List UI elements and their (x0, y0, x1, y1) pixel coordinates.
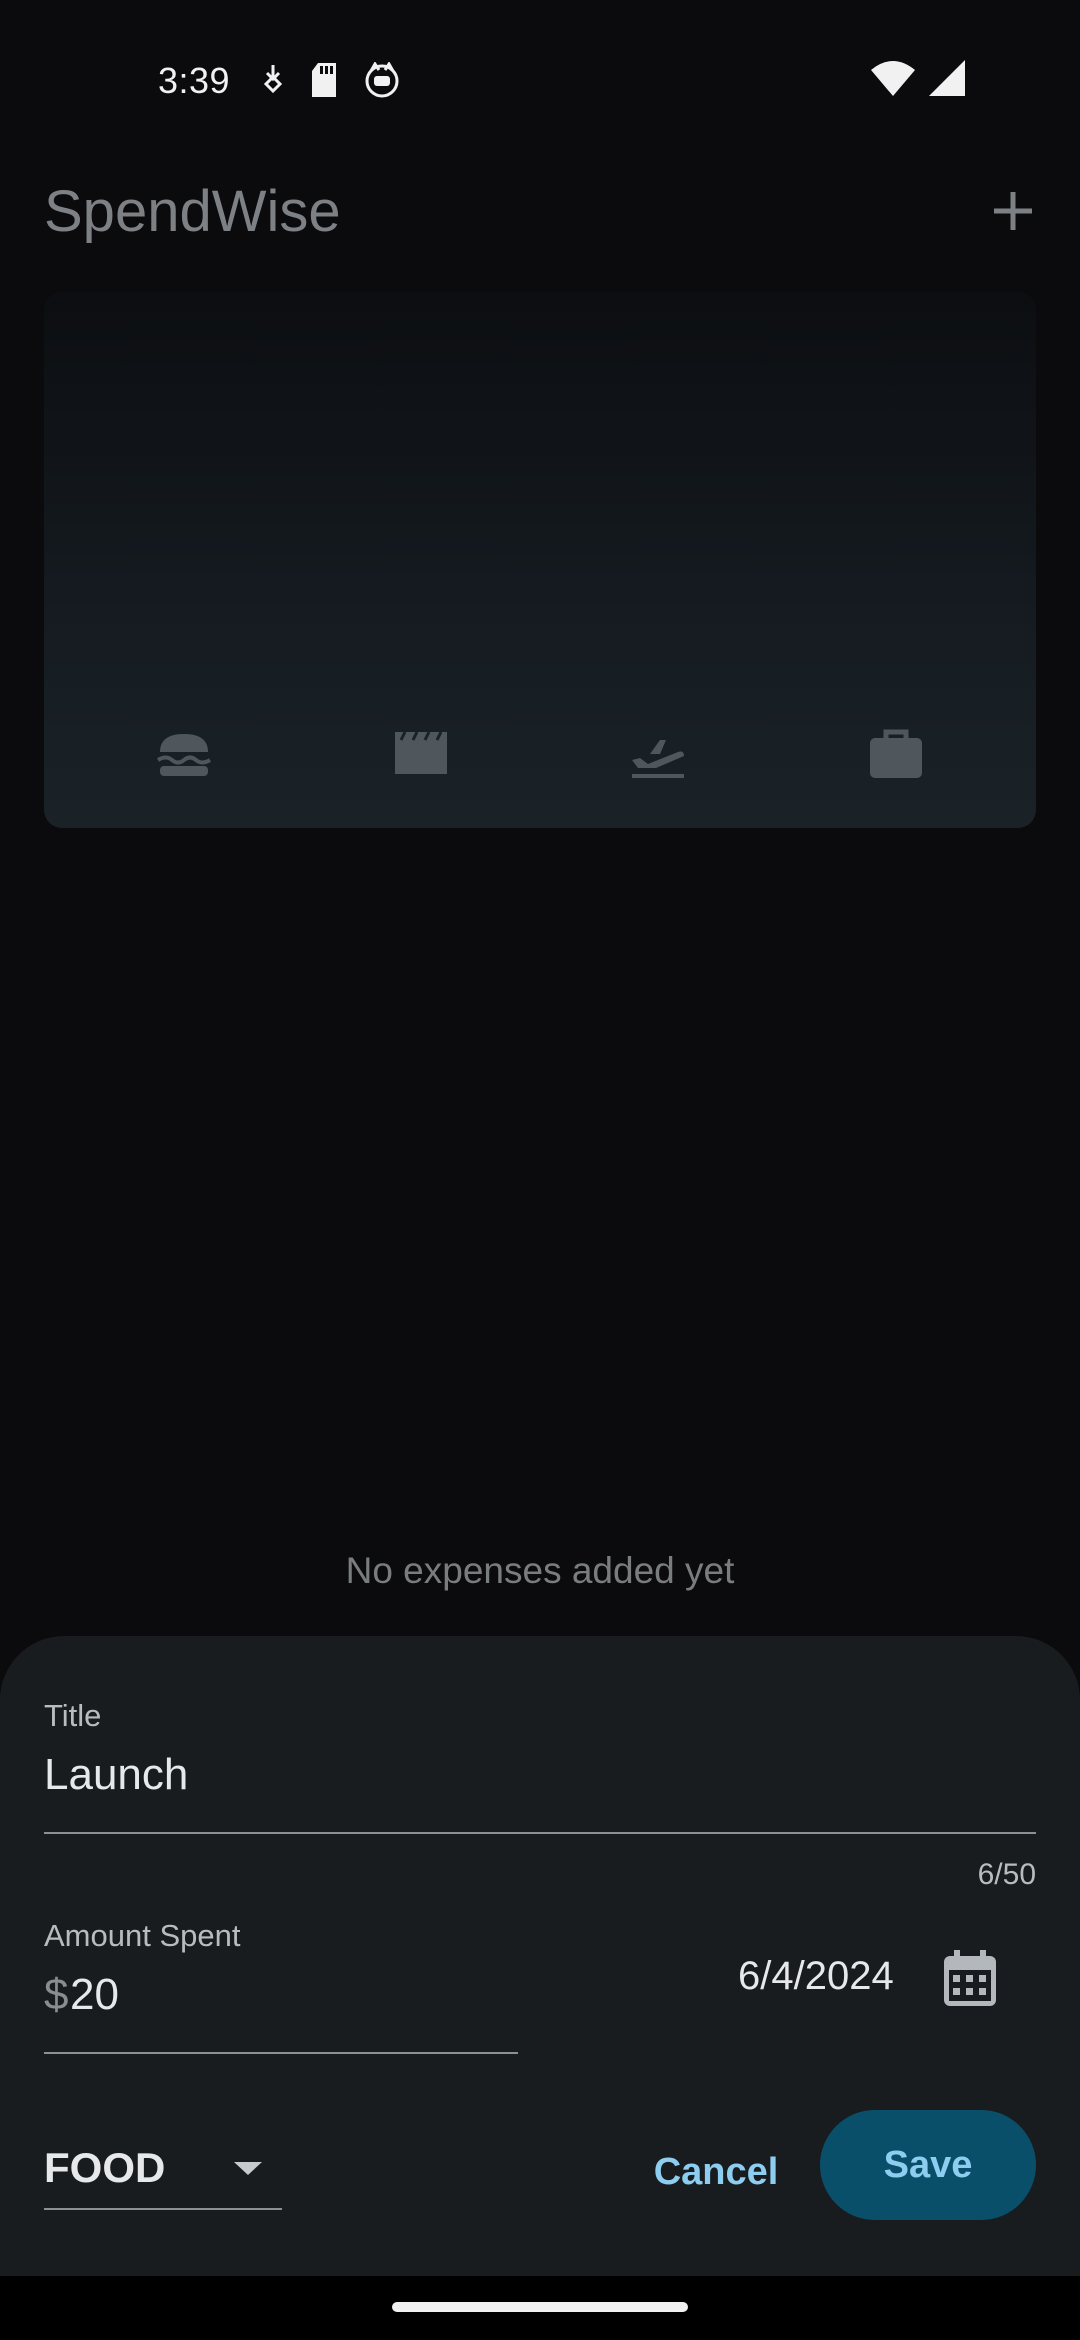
title-input[interactable]: Launch (44, 1750, 188, 1800)
status-bar: 3:39 (0, 0, 1080, 170)
calendar-icon (944, 1950, 996, 2006)
status-icons-right (871, 60, 965, 96)
home-gesture-handle[interactable] (392, 2302, 688, 2312)
flight-takeoff-icon (632, 740, 684, 778)
save-button[interactable]: Save (820, 2110, 1036, 2220)
briefcase-icon (870, 729, 922, 778)
app-title: SpendWise (44, 179, 341, 244)
sd-card-icon (312, 63, 336, 97)
dropdown-arrow-icon (234, 2162, 262, 2175)
date-picker-button[interactable] (940, 1948, 1000, 2010)
wifi-icon (871, 61, 915, 96)
clapperboard-icon (395, 731, 447, 774)
chart-category-icons (44, 722, 1036, 802)
amount-currency-prefix: $ (44, 1970, 69, 2019)
navigation-bar (0, 2276, 1080, 2340)
category-selected-value: FOOD (44, 2144, 166, 2191)
category-dropdown[interactable]: FOOD (44, 2136, 282, 2210)
title-char-counter: 6/50 (977, 1858, 1036, 1891)
expense-chart (44, 292, 1036, 828)
status-time: 3:39 (158, 60, 231, 101)
cancel-button[interactable]: Cancel (636, 2128, 796, 2216)
cat-face-icon (365, 62, 399, 98)
title-input-underline (44, 1832, 1036, 1834)
burger-icon (156, 734, 212, 776)
amount-input-underline (44, 2052, 518, 2054)
add-expense-button[interactable] (988, 186, 1038, 236)
cell-signal-icon (929, 60, 965, 96)
new-expense-sheet: Title Launch 6/50 Amount Spent $ 20 6/4/… (0, 1636, 1080, 2276)
plus-icon (994, 192, 1032, 230)
selected-date: 6/4/2024 (738, 1954, 894, 1998)
download-icon (263, 65, 283, 94)
empty-state-message: No expenses added yet (345, 1550, 735, 1591)
title-field-label: Title (44, 1698, 102, 1733)
amount-input[interactable]: 20 (70, 1970, 119, 2020)
amount-field-label: Amount Spent (44, 1918, 241, 1953)
status-icons-left (262, 62, 400, 98)
